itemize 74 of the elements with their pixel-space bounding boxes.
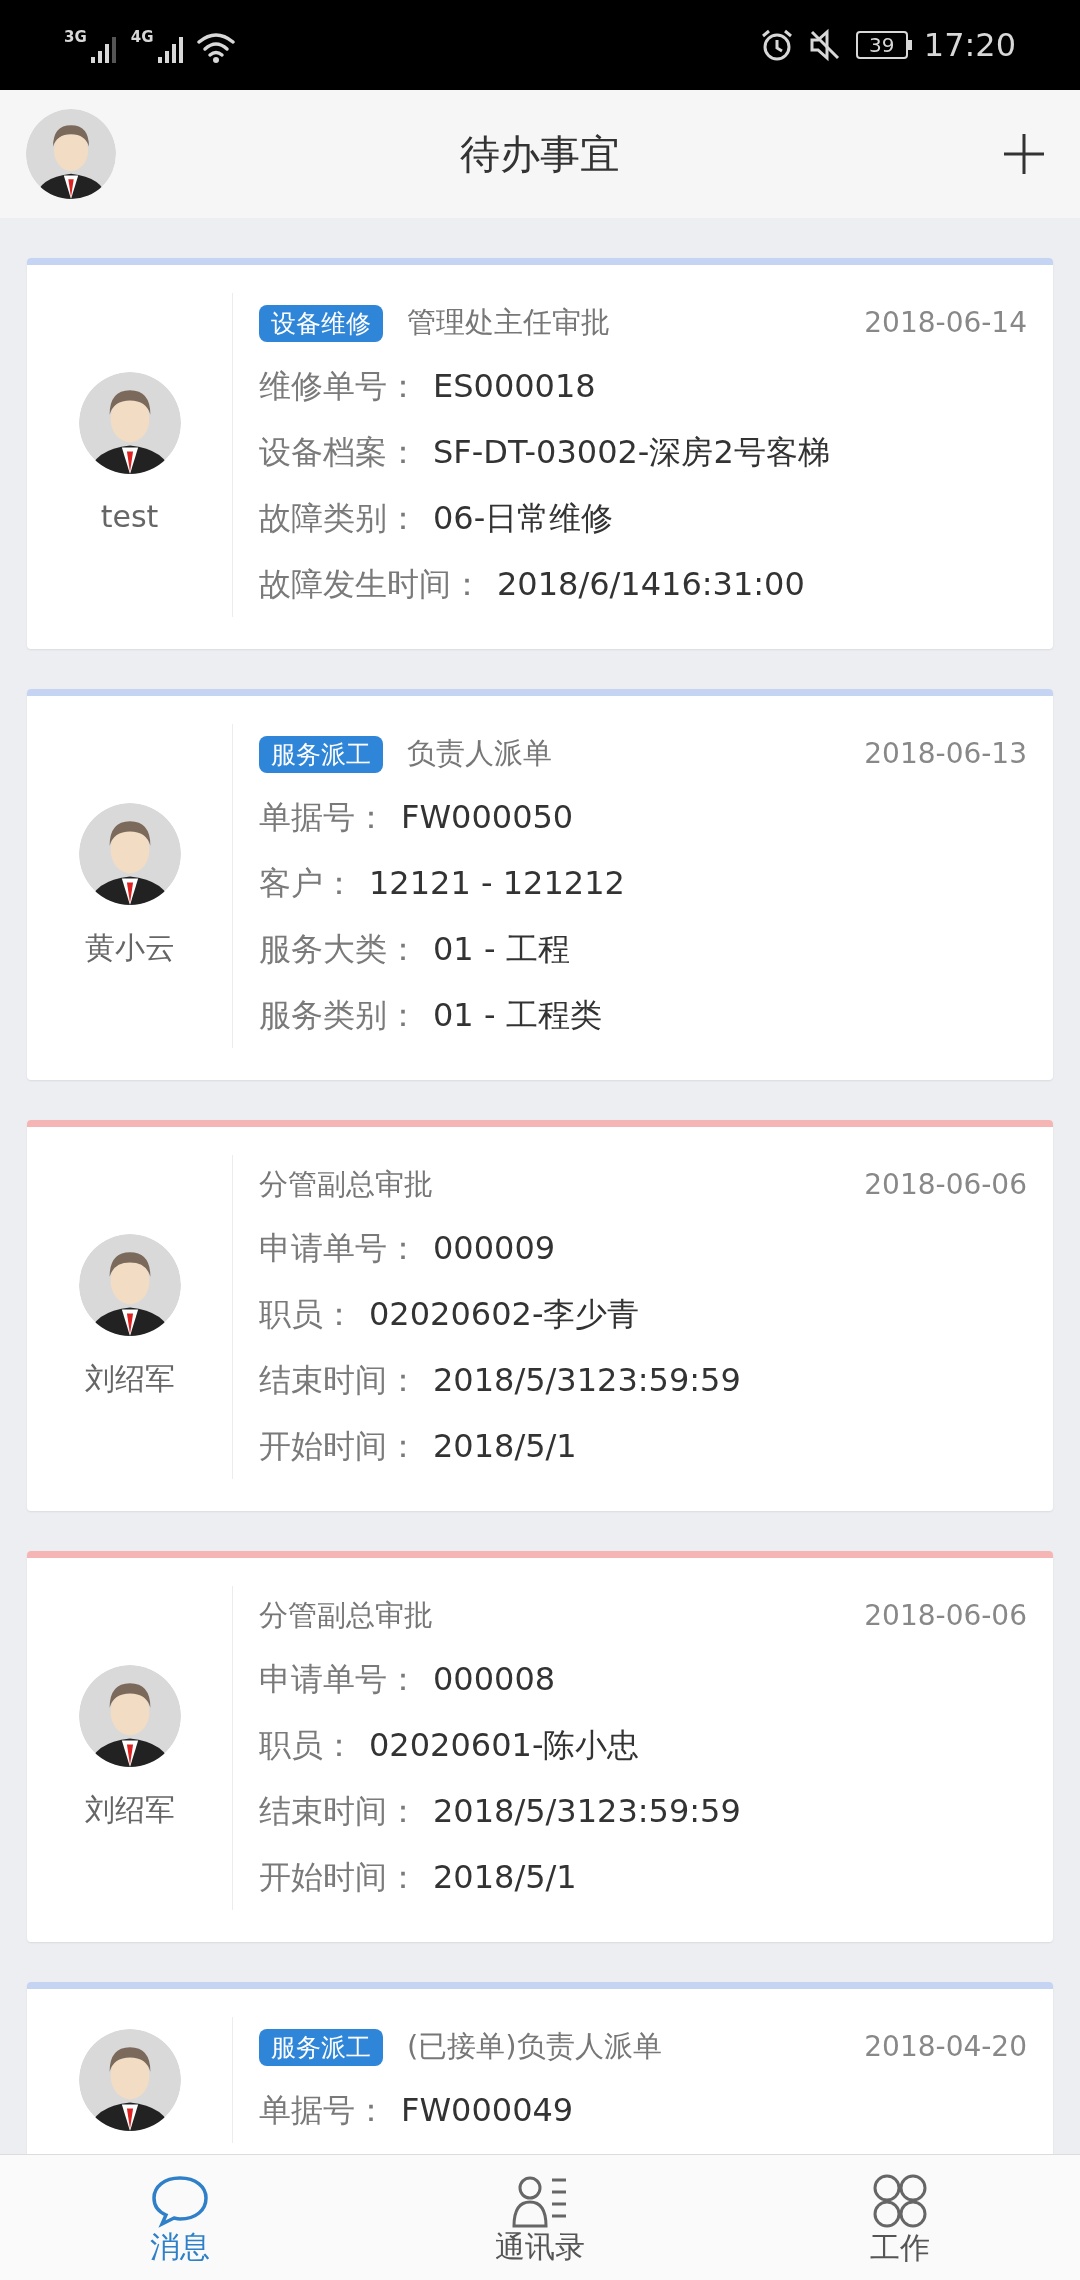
field-value: 000008 <box>433 1659 556 1700</box>
field-value: 12121 - 121212 <box>369 863 625 904</box>
wifi-icon <box>195 31 236 65</box>
page-title: 待办事宜 <box>460 130 620 179</box>
field-label: 服务大类： <box>259 929 419 970</box>
network-type: 3G <box>64 27 87 48</box>
task-date: 2018-04-20 <box>864 2029 1027 2065</box>
field-label: 故障发生时间： <box>259 564 483 605</box>
field-label: 职员： <box>259 1294 355 1335</box>
field-value: SF-DT-03002-深房2号客梯 <box>433 432 830 473</box>
task-card[interactable]: 服务派工 (已接单)负责人派单 2018-04-20 单据号： FW000049 <box>27 1982 1053 2154</box>
nav-tab[interactable]: 通讯录 <box>360 2155 720 2280</box>
field-value: 2018/5/3123:59:59 <box>433 1360 741 1401</box>
clock-time: 17:20 <box>923 25 1016 66</box>
field-label: 设备档案： <box>259 432 419 473</box>
field-value: FW000050 <box>401 797 574 838</box>
category-tag: 服务派工 <box>259 2028 383 2066</box>
field-label: 单据号： <box>259 797 387 838</box>
field-value: 2018/5/1 <box>433 1857 577 1898</box>
chat-icon <box>150 2173 210 2228</box>
nav-tab[interactable]: 消息 <box>0 2155 360 2280</box>
avatar-icon[interactable] <box>26 109 116 199</box>
avatar-icon <box>78 802 181 905</box>
field-label: 结束时间： <box>259 1791 419 1832</box>
field-label: 客户： <box>259 863 355 904</box>
field-value: 01 - 工程类 <box>433 995 602 1036</box>
add-icon[interactable] <box>1002 132 1046 176</box>
sender-name: test <box>100 497 159 536</box>
avatar-icon <box>78 1233 181 1336</box>
nav-tab[interactable]: 工作 <box>720 2155 1080 2280</box>
sender-name: 黄小云 <box>84 928 175 967</box>
field-value: 2018/5/3123:59:59 <box>433 1791 741 1832</box>
field-label: 单据号： <box>259 2090 387 2131</box>
task-card[interactable]: 黄小云 服务派工 负责人派单 2018-06-13 单据号： FW000050 客户： 12121 - 121212 服务大类： 01 - 工程 服务类别： 01 - 工程类 <box>27 689 1053 1080</box>
field-value: 000009 <box>433 1228 556 1269</box>
apps-icon <box>872 2172 928 2229</box>
field-value: 2018/6/1416:31:00 <box>497 564 805 605</box>
task-card[interactable]: 刘绍军 分管副总审批 2018-06-06 申请单号： 000009 职员： 02020602-李少青 结束时间： 2018/5/3123:59:59 开始时间： 2018/5/1 <box>27 1120 1053 1511</box>
task-date: 2018-06-06 <box>864 1167 1027 1203</box>
avatar-icon <box>78 1664 181 1767</box>
field-value: 2018/5/1 <box>433 1426 577 1467</box>
field-value: 02020601-陈小忠 <box>369 1725 640 1766</box>
field-value: 01 - 工程 <box>433 929 570 970</box>
field-value: FW000049 <box>401 2090 574 2131</box>
field-label: 开始时间： <box>259 1857 419 1898</box>
task-date: 2018-06-14 <box>864 305 1027 341</box>
field-label: 服务类别： <box>259 995 419 1036</box>
field-value: 06-日常维修 <box>433 498 614 539</box>
field-value: ES000018 <box>433 366 596 407</box>
approval-step: 分管副总审批 <box>259 1163 865 1207</box>
field-label: 结束时间： <box>259 1360 419 1401</box>
approval-step: 分管副总审批 <box>259 1594 865 1638</box>
field-label: 开始时间： <box>259 1426 419 1467</box>
sender-name: 刘绍军 <box>84 1359 175 1398</box>
category-tag: 服务派工 <box>259 735 383 773</box>
category-tag: 设备维修 <box>259 304 383 342</box>
alarm-icon <box>759 28 794 62</box>
field-label: 申请单号： <box>259 1228 419 1269</box>
task-card[interactable]: test 设备维修 管理处主任审批 2018-06-14 维修单号： ES000018 设备档案： SF-DT-03002-深房2号客梯 故障类别： 06-日常维修 故障发生时间： 2018/6/1416:31:00 <box>27 258 1053 649</box>
field-label: 申请单号： <box>259 1659 419 1700</box>
field-value: 02020602-李少青 <box>369 1294 640 1335</box>
approval-step: (已接单)负责人派单 <box>407 2025 865 2069</box>
sender-name: 刘绍军 <box>84 1790 175 1829</box>
avatar-icon <box>78 371 181 474</box>
field-label: 故障类别： <box>259 498 419 539</box>
approval-step: 管理处主任审批 <box>407 301 865 345</box>
network-type: 4G <box>130 27 154 48</box>
approval-step: 负责人派单 <box>407 732 865 776</box>
field-label: 维修单号： <box>259 366 419 407</box>
field-label: 职员： <box>259 1725 355 1766</box>
task-date: 2018-06-13 <box>864 736 1027 772</box>
task-date: 2018-06-06 <box>864 1598 1027 1634</box>
task-card[interactable]: 刘绍军 分管副总审批 2018-06-06 申请单号： 000008 职员： 02020601-陈小忠 结束时间： 2018/5/3123:59:59 开始时间： 2018/5/1 <box>27 1551 1053 1942</box>
avatar-icon <box>78 2029 181 2131</box>
